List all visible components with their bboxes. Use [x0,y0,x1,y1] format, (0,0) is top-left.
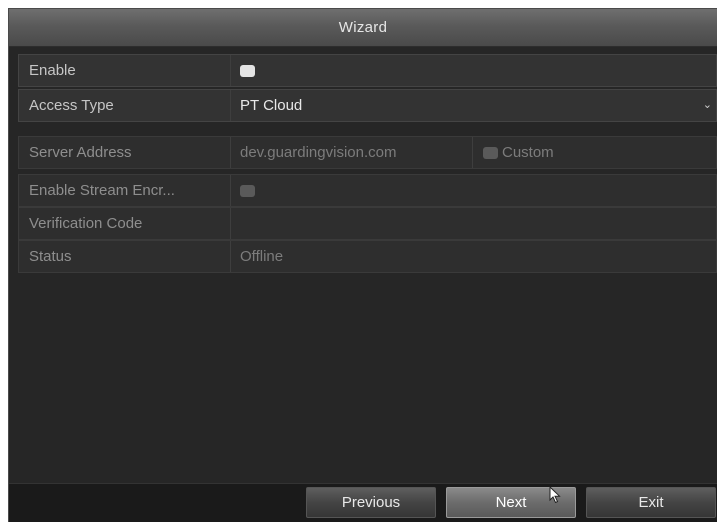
enable-label: Enable [19,55,231,86]
chevron-down-icon[interactable]: ⌄ [703,90,712,121]
window-title: Wizard [9,9,717,47]
access-type-row: Access Type PT Cloud ⌄ [18,89,717,122]
server-address-field[interactable]: dev.guardingvision.com [231,137,473,168]
mouse-pointer-icon [549,486,561,504]
exit-button[interactable]: Exit [586,487,716,518]
status-value: Offline [240,248,284,265]
custom-label: Custom [502,144,554,161]
custom-checkbox[interactable] [483,146,498,159]
previous-button[interactable]: Previous [306,487,436,518]
enable-checkbox[interactable] [240,64,255,77]
enable-value [231,55,255,86]
status-row: Status Offline [18,240,717,273]
server-address-row: Server Address dev.guardingvision.com Cu… [18,136,717,169]
stream-encryption-label: Enable Stream Encr... [19,175,231,206]
stream-encryption-value [231,175,255,206]
stream-encryption-checkbox[interactable] [240,184,255,197]
access-type-label: Access Type [19,90,231,121]
wizard-window: Wizard Enable Access Type PT Cloud ⌄ Ser… [8,8,717,522]
stream-encryption-row: Enable Stream Encr... [18,174,717,207]
access-type-select[interactable]: PT Cloud ⌄ [231,90,716,121]
verification-code-row: Verification Code [18,207,717,240]
server-address-label: Server Address [19,137,231,168]
status-label: Status [19,241,231,272]
button-bar: Previous Next Exit [9,483,717,522]
enable-row: Enable [18,54,717,87]
custom-option[interactable]: Custom [473,137,554,168]
verification-code-label: Verification Code [19,208,231,239]
verification-code-field[interactable] [231,208,240,239]
access-type-value: PT Cloud [240,97,303,114]
